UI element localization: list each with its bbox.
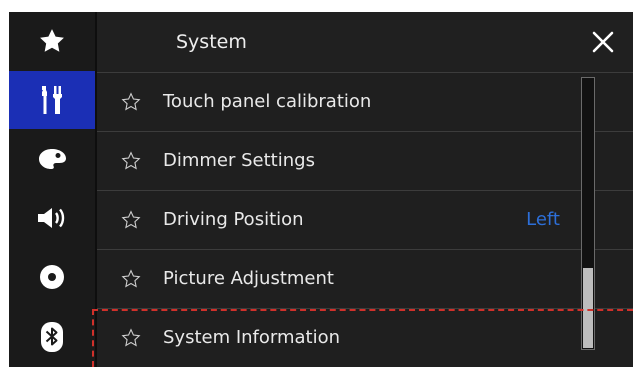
highlight-marker	[92, 309, 633, 367]
bluetooth-icon	[41, 322, 63, 352]
list-item-label: Picture Adjustment	[163, 268, 334, 289]
list-item[interactable]: Picture Adjustment	[97, 249, 633, 309]
list-item[interactable]: Touch panel calibration	[97, 72, 633, 132]
sidebar-item-audio[interactable]	[9, 189, 95, 247]
sidebar-item-favorites[interactable]	[9, 12, 95, 70]
list-item[interactable]: Dimmer Settings	[97, 131, 633, 191]
tools-icon	[42, 86, 62, 114]
page-title: System	[176, 31, 247, 53]
palette-icon	[39, 149, 66, 169]
list-item-value: Left	[526, 209, 560, 230]
close-icon[interactable]	[589, 28, 617, 56]
header: System	[97, 12, 633, 72]
disc-icon	[40, 265, 64, 289]
list-item-label: Dimmer Settings	[163, 150, 315, 171]
sidebar	[9, 12, 95, 367]
favorite-star-icon[interactable]	[121, 151, 141, 171]
sidebar-item-video[interactable]	[9, 248, 95, 306]
sidebar-item-bluetooth[interactable]	[9, 308, 95, 366]
list-item-label: Touch panel calibration	[163, 91, 372, 112]
list-item[interactable]: Driving Position Left	[97, 190, 633, 250]
favorite-star-icon[interactable]	[121, 210, 141, 230]
favorite-star-icon[interactable]	[121, 92, 141, 112]
sidebar-item-theme[interactable]	[9, 130, 95, 188]
list-item-label: Driving Position	[163, 209, 304, 230]
speaker-icon	[38, 208, 65, 228]
star-icon	[40, 29, 64, 52]
favorite-star-icon[interactable]	[121, 269, 141, 289]
sidebar-item-system[interactable]	[9, 71, 95, 129]
